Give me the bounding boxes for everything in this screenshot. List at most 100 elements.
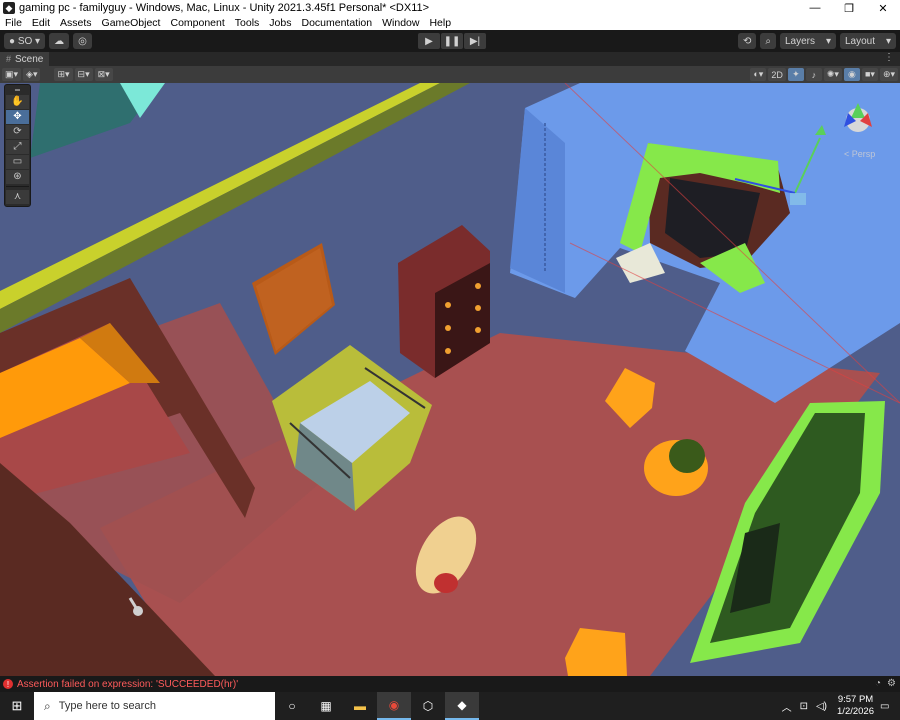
audio-toggle[interactable]: ♪ (805, 68, 822, 81)
menu-jobs[interactable]: Jobs (264, 17, 296, 29)
sphere-icon: ◐▾ (753, 69, 764, 79)
menu-assets[interactable]: Assets (55, 17, 97, 29)
custom-tool-icon: ⋏ (13, 191, 22, 202)
search-placeholder: Type here to search (58, 700, 156, 712)
status-bar: ! Assertion failed on expression: 'SUCCE… (0, 676, 900, 692)
rect-tool-button[interactable]: ▭ (6, 154, 29, 169)
play-icon: ▶ (425, 35, 433, 47)
account-icon: ● (9, 35, 18, 47)
notification-icon[interactable]: ▭ (880, 701, 894, 712)
window-title: gaming pc - familyguy - Windows, Mac, Li… (19, 2, 430, 14)
account-label: SO (17, 35, 33, 47)
chevron-down-icon: ▾ (32, 35, 41, 47)
grid-icon: # (6, 54, 12, 64)
tab-scene[interactable]: # Scene (0, 52, 50, 66)
cloud-button[interactable]: ☁ (49, 33, 70, 49)
menu-component[interactable]: Component (165, 17, 229, 29)
playmode-controls: ▶ ❚❚ ▶| (417, 33, 486, 49)
hand-icon: ✋ (11, 96, 24, 107)
folder-icon: ▬ (354, 699, 366, 713)
task-view-button[interactable]: ○ (275, 692, 309, 720)
camera-dropdown[interactable]: ■▾ (861, 68, 878, 81)
gizmos-dropdown[interactable]: ⊕▾ (879, 68, 898, 81)
transform-tool-button[interactable]: ⊛ (6, 169, 29, 184)
rotate-icon: ⟳ (13, 126, 22, 137)
hand-tool-button[interactable]: ✋ (6, 94, 29, 109)
effects-icon: ✺▾ (826, 69, 839, 79)
cube-icon: ◈▾ (26, 69, 38, 79)
effects-dropdown[interactable]: ✺▾ (823, 68, 842, 81)
menu-gameobject[interactable]: GameObject (97, 17, 166, 29)
shading-dropdown[interactable]: ◐▾ (750, 68, 767, 81)
minimize-button[interactable]: — (798, 0, 832, 16)
unity-hub-button[interactable]: ⬡ (411, 692, 445, 720)
progress-icon[interactable]: ◔ (875, 678, 881, 689)
menu-window[interactable]: Window (377, 17, 424, 29)
grid-snap-dropdown[interactable]: ⊟▾ (74, 68, 93, 81)
divider (6, 186, 29, 187)
render-mode-dropdown[interactable]: ◈▾ (23, 68, 41, 81)
tool-palette: ═ ✋ ✥ ⟳ ⤢ ▭ ⊛ ⋏ (4, 84, 31, 207)
windows-taskbar: ⊞ ⌕ Type here to search ○ ▦ ▬ ◉ ⬡ ◆ ︿ ⊡ … (0, 692, 900, 720)
menu-help[interactable]: Help (424, 17, 456, 29)
gizmo-icon: ⊕▾ (882, 69, 895, 79)
pause-icon: ❚❚ (443, 35, 461, 47)
settings-icon[interactable]: ⚙ (887, 678, 896, 689)
menu-file[interactable]: File (0, 17, 27, 29)
speaker-icon[interactable]: ◁) (816, 701, 827, 712)
play-button[interactable]: ▶ (418, 33, 440, 49)
rotate-tool-button[interactable]: ⟳ (6, 124, 29, 139)
history-icon: ⟲ (743, 35, 752, 47)
status-message[interactable]: Assertion failed on expression: 'SUCCEED… (17, 679, 238, 690)
menu-edit[interactable]: Edit (27, 17, 55, 29)
taskbar-search[interactable]: ⌕ Type here to search (34, 692, 275, 720)
move-tool-button[interactable]: ✥ (6, 109, 29, 124)
draw-mode-dropdown[interactable]: ▣▾ (2, 68, 22, 81)
visibility-toggle[interactable]: ◉ (843, 68, 860, 81)
rect-icon: ▭ (12, 156, 23, 167)
search-button[interactable]: ⌕ (760, 33, 776, 49)
main-toolbar: ● SO ▾ ☁ ◎ ▶ ❚❚ ▶| ⟲ ⌕ Layers ▾ Layout ▾ (0, 30, 900, 52)
pause-button[interactable]: ❚❚ (441, 33, 463, 49)
chrome-button[interactable]: ◉ (377, 692, 411, 720)
start-button[interactable]: ⊞ (0, 692, 34, 720)
layers-dropdown[interactable]: Layers ▾ (780, 33, 836, 49)
pivot-mode-dropdown[interactable]: ⊞▾ (54, 68, 73, 81)
collab-button[interactable]: ◎ (73, 33, 92, 49)
perspective-label[interactable]: < Persp (844, 149, 875, 159)
step-button[interactable]: ▶| (464, 33, 486, 49)
unity-editor-button[interactable]: ◆ (445, 692, 479, 720)
2d-toggle[interactable]: 2D (768, 68, 786, 81)
history-button[interactable]: ⟲ (738, 33, 757, 49)
tab-scene-label: Scene (15, 53, 44, 65)
clock[interactable]: 9:57 PM 1/2/2026 (837, 694, 874, 718)
increment-snap-dropdown[interactable]: ⊠▾ (94, 68, 113, 81)
maximize-button[interactable]: ❐ (832, 0, 866, 16)
audio-icon: ♪ (811, 69, 817, 80)
file-explorer-button[interactable]: ▬ (343, 692, 377, 720)
move-icon: ✥ (13, 111, 22, 122)
network-icon[interactable]: ⊡ (800, 701, 808, 712)
scale-tool-button[interactable]: ⤢ (6, 139, 29, 154)
menu-tools[interactable]: Tools (230, 17, 265, 29)
grid-icon: ⊟▾ (77, 69, 90, 79)
layout-dropdown[interactable]: Layout ▾ (840, 33, 896, 49)
account-dropdown[interactable]: ● SO ▾ (4, 33, 46, 49)
scene-view-toolbar: ▣▾ ◈▾ ⊞▾ ⊟▾ ⊠▾ ◐▾ 2D ✦ ♪ ✺▾ ◉ ■▾ ⊕▾ (0, 66, 900, 83)
shaded-icon: ▣▾ (5, 69, 19, 79)
menu-documentation[interactable]: Documentation (296, 17, 377, 29)
palette-grip[interactable]: ═ (6, 87, 29, 94)
widgets-button[interactable]: ▦ (309, 692, 343, 720)
unity-app-icon: ◆ (3, 2, 15, 14)
light-bulb-icon: ✦ (792, 69, 800, 79)
cloud-icon: ☁ (54, 35, 65, 47)
lighting-toggle[interactable]: ✦ (787, 68, 804, 81)
more-options-icon[interactable]: ⋮ (884, 52, 894, 63)
scene-viewport[interactable]: < Persp (0, 83, 900, 676)
chevron-up-icon[interactable]: ︿ (782, 699, 792, 714)
search-icon: ⌕ (765, 35, 771, 47)
close-button[interactable]: ✕ (866, 0, 900, 16)
custom-tool-button[interactable]: ⋏ (6, 189, 29, 204)
system-tray: ︿ ⊡ ◁) 9:57 PM 1/2/2026 ▭ (778, 692, 900, 720)
unity-hub-icon: ⬡ (422, 699, 434, 713)
